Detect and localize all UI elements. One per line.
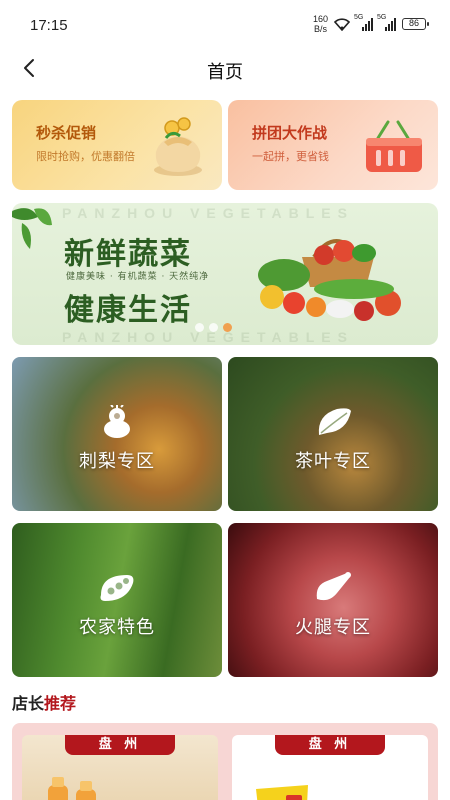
hero-banner[interactable]: PANZHOU VEGETABLES PANZHOU VEGETABLES 新鲜… bbox=[12, 203, 438, 345]
recommend-product-card[interactable]: 盘 州 bbox=[232, 735, 428, 800]
status-bar: 17:15 160 B/s 5G 5G 86 bbox=[0, 0, 450, 44]
network-speed: 160 B/s bbox=[313, 14, 328, 34]
signal-icon: 5G bbox=[377, 14, 396, 31]
juice-bottle-icon bbox=[48, 777, 96, 800]
category-card-farm[interactable]: 农家特色 bbox=[12, 523, 222, 677]
recommend-panel: 盘 州 盘 州 bbox=[12, 723, 438, 800]
money-bag-icon bbox=[154, 117, 202, 176]
section-title: 店长推荐 bbox=[12, 690, 76, 714]
sim1-label: 5G bbox=[354, 14, 364, 21]
wifi-icon bbox=[334, 18, 350, 31]
category-label: 农家特色 bbox=[79, 617, 155, 638]
tea-leaf-icon bbox=[318, 408, 351, 435]
status-indicators: 160 B/s 5G 5G 86 bbox=[313, 14, 429, 34]
battery-icon: 86 bbox=[402, 18, 429, 30]
network-speed-unit: B/s bbox=[313, 24, 327, 34]
section-title-accent: 推荐 bbox=[44, 694, 77, 713]
pagination-dot[interactable] bbox=[209, 323, 218, 332]
vegetable-basket-icon bbox=[258, 239, 401, 321]
pagination-dot[interactable] bbox=[195, 323, 204, 332]
product-ribbon: 盘 州 bbox=[275, 735, 385, 755]
banner-tagline: 健康美味 · 有机蔬菜 · 天然纯净 bbox=[66, 272, 210, 282]
status-time: 17:15 bbox=[30, 17, 68, 34]
category-card-rosa-roxburghii[interactable]: 刺梨专区 bbox=[12, 357, 222, 511]
banner-headline: 健康生活 bbox=[64, 293, 192, 328]
banner-headline: 新鲜蔬菜 bbox=[64, 237, 192, 272]
category-label: 刺梨专区 bbox=[79, 451, 155, 472]
pea-pod-icon bbox=[100, 575, 134, 601]
seckill-promo-card[interactable]: 秒杀促销 限时抢购，优惠翻倍 bbox=[12, 100, 222, 190]
product-ribbon: 盘 州 bbox=[65, 735, 175, 755]
pagination-dot-active[interactable] bbox=[223, 323, 232, 332]
category-card-ham[interactable]: 火腿专区 bbox=[228, 523, 438, 677]
category-card-tea[interactable]: 茶叶专区 bbox=[228, 357, 438, 511]
ham-icon bbox=[316, 572, 351, 601]
page-title: 首页 bbox=[207, 62, 243, 83]
recommend-product-card[interactable]: 盘 州 bbox=[22, 735, 218, 800]
snack-pack-icon bbox=[256, 785, 308, 800]
section-title-prefix: 店长 bbox=[12, 694, 45, 713]
shopping-basket-icon bbox=[366, 120, 422, 172]
app-header: 首页 bbox=[0, 48, 450, 90]
promo-title: 秒杀促销 bbox=[36, 124, 97, 142]
pear-icon bbox=[104, 405, 130, 438]
promo-title: 拼团大作战 bbox=[252, 124, 328, 142]
network-speed-value: 160 bbox=[312, 14, 328, 24]
leaf-icon bbox=[12, 208, 52, 249]
sim2-label: 5G bbox=[377, 14, 387, 21]
promo-subtitle: 限时抢购，优惠翻倍 bbox=[36, 150, 135, 163]
signal-icon: 5G bbox=[354, 14, 373, 31]
category-label: 茶叶专区 bbox=[295, 451, 371, 472]
group-buy-promo-card[interactable]: 拼团大作战 一起拼，更省钱 bbox=[228, 100, 438, 190]
promo-subtitle: 一起拼，更省钱 bbox=[252, 150, 329, 163]
category-label: 火腿专区 bbox=[295, 617, 371, 638]
banner-pagination bbox=[195, 323, 232, 332]
